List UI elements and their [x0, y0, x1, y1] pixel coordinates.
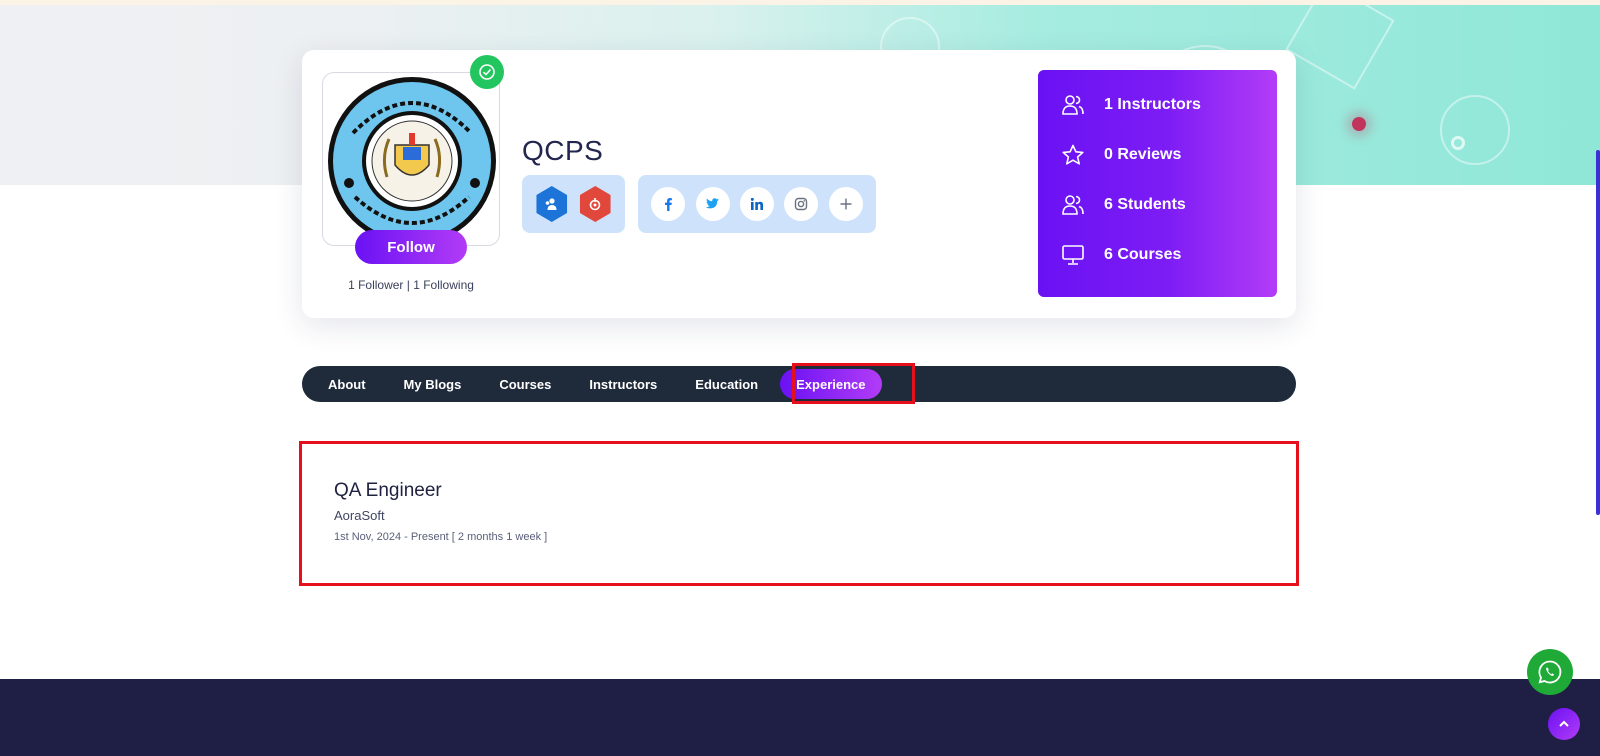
- users-icon: [1060, 92, 1086, 118]
- experience-highlight-box: [299, 441, 1299, 586]
- footer: [0, 679, 1600, 756]
- facebook-icon[interactable]: [651, 187, 686, 221]
- verified-check-icon: [470, 55, 504, 89]
- stat-label: 6 Students: [1104, 196, 1186, 213]
- tab-highlight-box: [792, 363, 915, 404]
- users-icon: [1060, 192, 1086, 218]
- page-scrollbar[interactable]: [1596, 150, 1600, 515]
- whatsapp-button[interactable]: [1527, 649, 1573, 695]
- stat-students[interactable]: 6 Students: [1038, 180, 1277, 230]
- stat-reviews[interactable]: 0 Reviews: [1038, 130, 1277, 180]
- monitor-icon: [1060, 242, 1086, 268]
- chevron-up-icon: [1559, 720, 1569, 727]
- profile-card: Follow 1 Follower | 1 Following QCPS 1 I…: [302, 50, 1296, 318]
- tab-education[interactable]: Education: [679, 369, 774, 399]
- follow-stats: 1 Follower | 1 Following: [348, 278, 474, 292]
- tab-my-blogs[interactable]: My Blogs: [388, 369, 478, 399]
- tab-courses[interactable]: Courses: [483, 369, 567, 399]
- banner-decoration: [1285, 5, 1395, 90]
- experience-dates: 1st Nov, 2024 - Present [ 2 months 1 wee…: [334, 531, 548, 543]
- twitter-icon[interactable]: [695, 187, 730, 221]
- stat-instructors[interactable]: 1 Instructors: [1038, 80, 1277, 130]
- profile-name: QCPS: [522, 135, 604, 166]
- stats-panel: 1 Instructors 0 Reviews 6 Students 6 Cou…: [1038, 70, 1277, 297]
- follow-button[interactable]: Follow: [355, 230, 467, 264]
- users-badge-icon[interactable]: [536, 186, 568, 222]
- experience-title: QA Engineer: [334, 480, 442, 501]
- banner-dot: [1352, 117, 1366, 131]
- star-icon: [1060, 142, 1086, 168]
- stat-courses[interactable]: 6 Courses: [1038, 230, 1277, 280]
- stat-label: 1 Instructors: [1104, 96, 1201, 113]
- instagram-icon[interactable]: [784, 187, 819, 221]
- social-links: [638, 175, 876, 233]
- experience-company: AoraSoft: [334, 508, 385, 523]
- plus-icon[interactable]: [828, 187, 863, 221]
- avatar: [322, 72, 500, 246]
- tab-about[interactable]: About: [312, 369, 382, 399]
- banner-ring: [1451, 136, 1465, 150]
- tab-instructors[interactable]: Instructors: [573, 369, 673, 399]
- fire-badge-icon[interactable]: [579, 186, 611, 222]
- linkedin-icon[interactable]: [739, 187, 774, 221]
- scroll-to-top-button[interactable]: [1548, 708, 1580, 740]
- school-logo: [328, 77, 496, 245]
- stat-label: 0 Reviews: [1104, 146, 1182, 163]
- whatsapp-icon: [1538, 660, 1562, 684]
- badge-list: [522, 175, 625, 233]
- banner-decoration: [1440, 95, 1510, 165]
- stat-label: 6 Courses: [1104, 246, 1182, 263]
